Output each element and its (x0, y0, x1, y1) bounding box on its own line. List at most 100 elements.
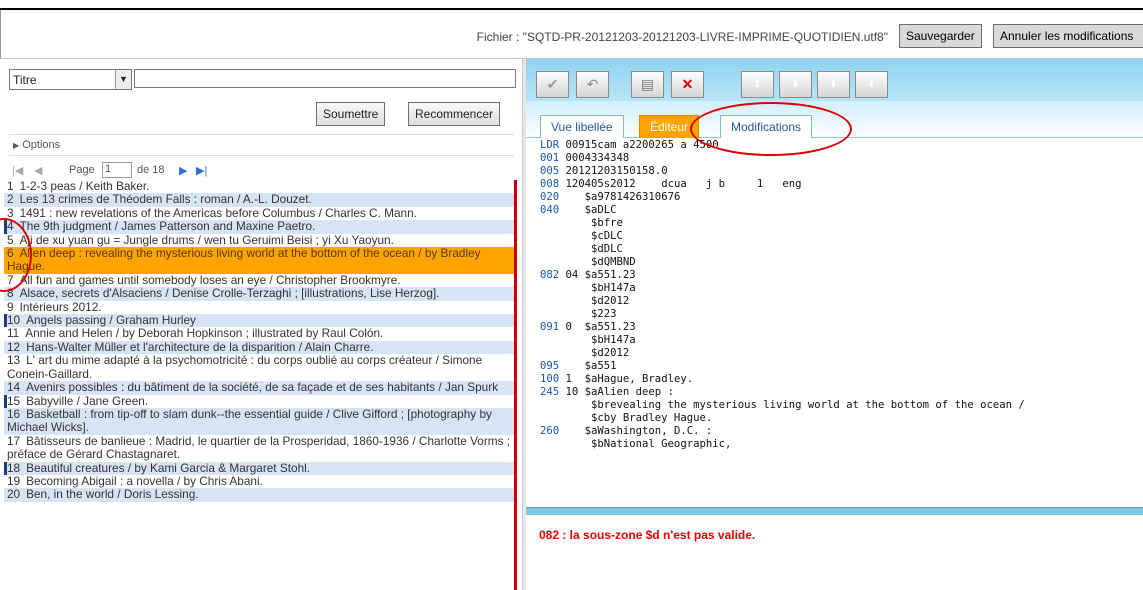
marc-line: 005 20121203150158.0 (540, 165, 1025, 178)
result-row[interactable]: 10 Angels passing / Graham Hurley (4, 313, 514, 328)
save-button[interactable]: Sauvegarder (899, 24, 982, 48)
undo-icon[interactable]: ↶ (576, 71, 609, 98)
marc-tag: 095 (540, 360, 560, 372)
marc-content: $cDLC (540, 230, 623, 242)
delete-icon[interactable]: ✕ (671, 71, 704, 98)
cancel-changes-button[interactable]: Annuler les modifications (993, 24, 1143, 48)
result-row[interactable]: 9 Intérieurs 2012. (4, 299, 514, 314)
prev-page-icon[interactable]: ◀ (34, 164, 42, 177)
result-title: Bâtisseurs de banlieue : Madrid, le quar… (7, 433, 511, 462)
result-number: 16 (7, 406, 21, 421)
marc-tag: LDR (540, 139, 560, 151)
options-toggle[interactable]: ▶ Options (9, 134, 514, 156)
result-title: L' art du mime adapté à la psychomotrici… (7, 353, 483, 381)
page-input[interactable]: 1 (102, 162, 132, 178)
validate-icon[interactable]: ✔ (536, 71, 569, 98)
marc-content: 0 $a551.23 (559, 321, 636, 333)
marc-tag: 020 (540, 191, 560, 203)
marc-editor[interactable]: LDR 00915cam a2200265 a 4500 001 00043343… (526, 138, 1143, 507)
field-select-value: Titre (13, 73, 37, 87)
marc-line: $dDLC (540, 243, 1025, 256)
marc-line: $dQMBND (540, 256, 1025, 269)
marc-content: $aDLC (559, 204, 617, 216)
result-title: Alien deep : revealing the mysterious li… (7, 246, 481, 274)
result-row[interactable]: 15 Babyville / Jane Green. (4, 393, 514, 408)
submit-button[interactable]: Soumettre (316, 102, 386, 126)
marc-content: $cby Bradley Hague. (540, 412, 713, 424)
result-title: Intérieurs 2012. (19, 299, 102, 314)
marc-content: 10 $aAlien deep : (559, 386, 674, 398)
result-row[interactable]: 13 L' art du mime adapté à la psychomotri… (4, 353, 514, 381)
marc-tag: 005 (540, 165, 560, 177)
marc-line: 008 120405s2012 dcua j b 1 eng (540, 178, 1025, 191)
marc-content: 04 $a551.23 (559, 269, 636, 281)
marc-line: 082 04 $a551.23 (540, 269, 1025, 282)
marc-line: $bfre (540, 217, 1025, 230)
next-page-icon[interactable]: ▶ (179, 164, 187, 177)
result-number: 15 (7, 393, 21, 408)
result-row[interactable]: 4 The 9th judgment / James Patterson and … (4, 219, 514, 234)
file-label: Fichier : "SQTD-PR-20121203-20121203-LIV… (476, 30, 888, 44)
marc-line: 100 1 $aHague, Bradley. (540, 373, 1025, 386)
left-panel: Titre ▼ Soumettre Recommencer ▶ Options … (0, 59, 523, 590)
result-row[interactable]: 2 Les 13 crimes de Théodem Falls : roman … (4, 193, 514, 207)
result-number: 9 (7, 299, 14, 314)
search-input[interactable] (134, 69, 516, 88)
move-bottom-icon[interactable]: ⬇ (855, 71, 888, 98)
result-row[interactable]: 16 Basketball : from tip-off to slam dunk… (4, 406, 514, 435)
result-title: Becoming Abigail : a novella / by Chris … (26, 473, 263, 488)
result-row[interactable]: 19 Becoming Abigail : a novella / by Chri… (4, 473, 514, 488)
print-icon[interactable]: ▤ (631, 71, 664, 98)
first-page-icon[interactable]: |◀ (12, 164, 23, 177)
move-up-icon[interactable]: ⬆ (741, 71, 774, 98)
marc-line: 091 0 $a551.23 (540, 321, 1025, 334)
reset-button[interactable]: Recommencer (408, 102, 501, 126)
marc-tag: 260 (540, 425, 560, 437)
result-title: Basketball : from tip-off to slam dunk--… (7, 406, 492, 435)
triangle-right-icon: ▶ (13, 141, 20, 150)
result-row[interactable]: 3 1491 : new revelations of the Americas … (4, 205, 514, 220)
result-row[interactable]: 8 Alsace, secrets d'Alsaciens / Denise Cr… (4, 287, 514, 301)
result-row[interactable]: 14 Avenirs possibles : du bâtiment de la … (4, 380, 514, 395)
marc-tag: 245 (540, 386, 560, 398)
error-splitter[interactable] (526, 507, 1143, 515)
marc-record: LDR 00915cam a2200265 a 4500 001 00043343… (540, 139, 1025, 451)
result-number: 12 (7, 339, 21, 354)
result-title: Beautiful creatures / by Kami Garcia & M… (26, 460, 311, 475)
result-row[interactable]: 20 Ben, in the world / Doris Lessing. (4, 488, 514, 502)
chevron-down-icon[interactable]: ▼ (115, 70, 131, 89)
marc-line: $cDLC (540, 230, 1025, 243)
result-row[interactable]: 11 Annie and Helen / by Deborah Hopkinson… (4, 327, 514, 340)
tab-vue-libellee[interactable]: Vue libellée (540, 115, 624, 138)
result-title: Annie and Helen / by Deborah Hopkinson ;… (25, 326, 384, 341)
marc-content: 00915cam a2200265 a 4500 (559, 139, 719, 151)
result-row[interactable]: 7 All fun and games until somebody loses … (4, 273, 514, 287)
marc-content: $223 (540, 308, 617, 320)
page-label: Page (69, 164, 95, 176)
result-title: 1491 : new revelations of the Americas b… (19, 205, 417, 220)
result-title: Avenirs possibles : du bâtiment de la so… (26, 380, 499, 395)
options-label: Options (22, 139, 61, 151)
result-number: 1 (7, 180, 14, 193)
marc-line: $brevealing the mysterious living world … (540, 399, 1025, 412)
result-row[interactable]: 1 1-2-3 peas / Keith Baker. (4, 180, 514, 193)
result-row[interactable]: 6 Alien deep : revealing the mysterious l… (4, 246, 514, 274)
result-row[interactable]: 5 Aji de xu yuan gu = Jungle drums / wen … (4, 232, 514, 247)
header-bar: Fichier : "SQTD-PR-20121203-20121203-LIV… (0, 10, 1143, 59)
result-title: The 9th judgment / James Patterson and M… (19, 219, 316, 234)
result-number: 18 (7, 460, 21, 475)
marc-content: $bfre (540, 217, 623, 229)
marc-content: $d2012 (540, 347, 630, 359)
marc-line: $d2012 (540, 295, 1025, 308)
last-page-icon[interactable]: ▶| (196, 164, 207, 177)
move-down-icon[interactable]: ⬇ (779, 71, 812, 98)
move-top-icon[interactable]: ⬆ (817, 71, 850, 98)
result-row[interactable]: 17 Bâtisseurs de banlieue : Madrid, le qu… (4, 433, 514, 462)
marc-line: 260 $aWashington, D.C. : (540, 425, 1025, 438)
result-row[interactable]: 18 Beautiful creatures / by Kami Garcia &… (4, 460, 514, 475)
result-row[interactable]: 12 Hans-Walter Müller et l'architecture d… (4, 339, 514, 355)
marc-tag: 100 (540, 373, 560, 385)
result-title: Angels passing / Graham Hurley (26, 313, 196, 328)
field-select[interactable]: Titre ▼ (9, 69, 132, 90)
result-title: Aji de xu yuan gu = Jungle drums / wen t… (19, 232, 394, 247)
